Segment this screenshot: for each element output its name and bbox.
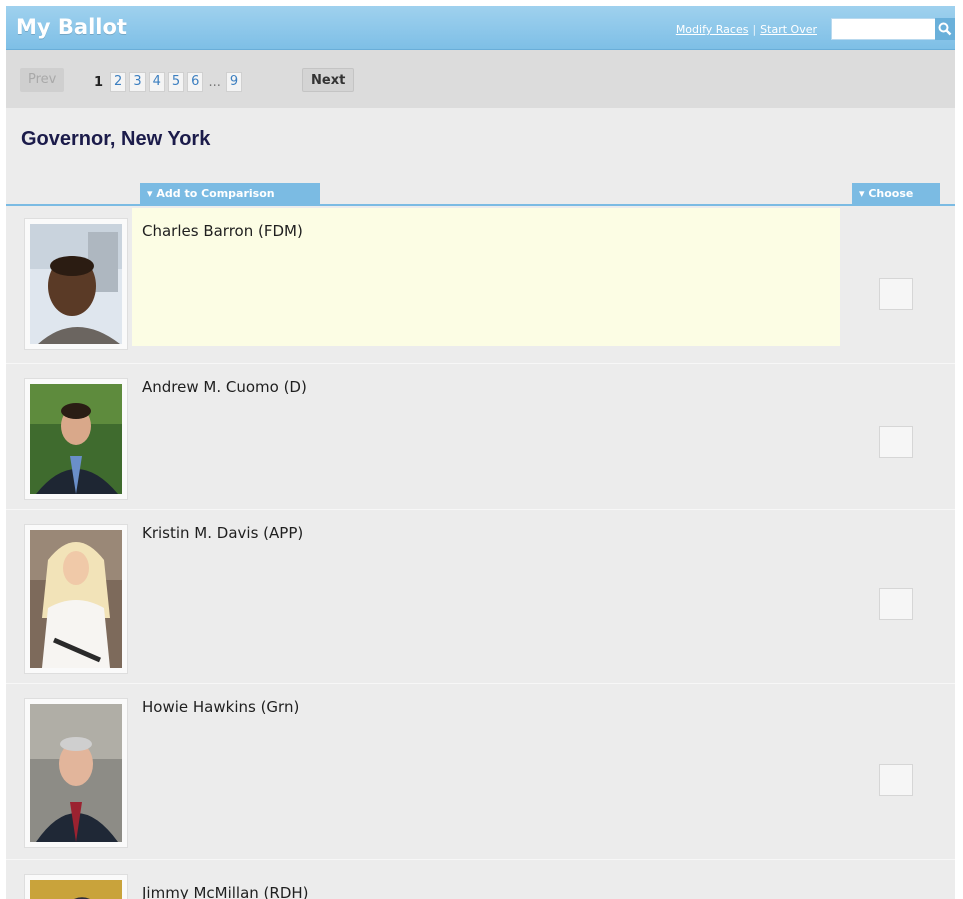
choose-column-button[interactable]: ▾ Choose bbox=[852, 183, 940, 205]
page-link-6[interactable]: 6 bbox=[187, 72, 204, 92]
candidate-row: Andrew M. Cuomo (D) bbox=[6, 364, 955, 510]
page-link-3[interactable]: 3 bbox=[129, 72, 146, 92]
page-link-2[interactable]: 2 bbox=[110, 72, 127, 92]
candidate-photo-image bbox=[30, 704, 122, 842]
candidate-info: Jimmy McMillan (RDH) bbox=[132, 860, 840, 899]
candidate-row: Jimmy McMillan (RDH) bbox=[6, 860, 955, 899]
add-to-comparison-button[interactable]: ▾ Add to Comparison bbox=[140, 183, 320, 205]
candidate-photo[interactable] bbox=[24, 524, 128, 674]
pagination-ellipsis: ... bbox=[208, 74, 221, 90]
candidate-name[interactable]: Kristin M. Davis (APP) bbox=[142, 524, 303, 542]
choose-checkbox[interactable] bbox=[879, 764, 913, 796]
candidate-info: Howie Hawkins (Grn) bbox=[132, 684, 840, 822]
page-link-5[interactable]: 5 bbox=[167, 72, 185, 92]
candidate-photo-image bbox=[30, 530, 122, 668]
ballot-header: My Ballot Modify Races | Start Over bbox=[6, 6, 955, 50]
page-title: My Ballot bbox=[16, 15, 127, 39]
page-link-9[interactable]: 9 bbox=[225, 72, 243, 92]
candidate-info: Charles Barron (FDM) bbox=[132, 208, 840, 346]
candidate-photo[interactable] bbox=[24, 218, 128, 350]
modify-races-link[interactable]: Modify Races bbox=[676, 23, 749, 36]
page-link-4[interactable]: 4 bbox=[148, 72, 165, 92]
link-separator: | bbox=[752, 23, 757, 36]
candidate-row: Charles Barron (FDM) bbox=[6, 208, 955, 364]
candidate-name[interactable]: Andrew M. Cuomo (D) bbox=[142, 378, 307, 396]
page-numbers: 1 2 3 4 5 6 ... 9 bbox=[90, 72, 243, 92]
candidate-photo-image bbox=[30, 880, 122, 899]
choose-checkbox[interactable] bbox=[879, 426, 913, 458]
search-icon bbox=[938, 22, 952, 36]
race-title: Governor, New York bbox=[21, 128, 211, 150]
candidate-name[interactable]: Howie Hawkins (Grn) bbox=[142, 698, 299, 716]
current-page: 1 bbox=[94, 74, 104, 90]
ballot-app: My Ballot Modify Races | Start Over Prev 1… bbox=[6, 6, 955, 899]
column-header-rule bbox=[6, 204, 955, 206]
pagination-bar: Prev 1 2 3 4 5 6 ... 9 Next bbox=[6, 50, 955, 108]
next-button[interactable]: Next bbox=[302, 68, 355, 92]
candidate-info: Andrew M. Cuomo (D) bbox=[132, 364, 840, 502]
prev-button: Prev bbox=[20, 68, 65, 92]
candidate-info: Kristin M. Davis (APP) bbox=[132, 510, 840, 648]
candidate-name[interactable]: Charles Barron (FDM) bbox=[142, 222, 303, 240]
candidate-photo[interactable] bbox=[24, 378, 128, 500]
header-links: Modify Races | Start Over bbox=[676, 23, 817, 36]
candidate-photo-image bbox=[30, 384, 122, 494]
candidate-row: Howie Hawkins (Grn) bbox=[6, 684, 955, 860]
choose-checkbox[interactable] bbox=[879, 278, 913, 310]
candidate-photo[interactable] bbox=[24, 874, 128, 899]
start-over-link[interactable]: Start Over bbox=[760, 23, 817, 36]
choose-checkbox[interactable] bbox=[879, 588, 913, 620]
candidate-photo[interactable] bbox=[24, 698, 128, 848]
candidate-photo-image bbox=[30, 224, 122, 344]
search-button[interactable] bbox=[935, 18, 955, 40]
search-input[interactable] bbox=[831, 18, 937, 40]
candidate-row: Kristin M. Davis (APP) bbox=[6, 510, 955, 684]
candidate-name[interactable]: Jimmy McMillan (RDH) bbox=[142, 884, 309, 899]
